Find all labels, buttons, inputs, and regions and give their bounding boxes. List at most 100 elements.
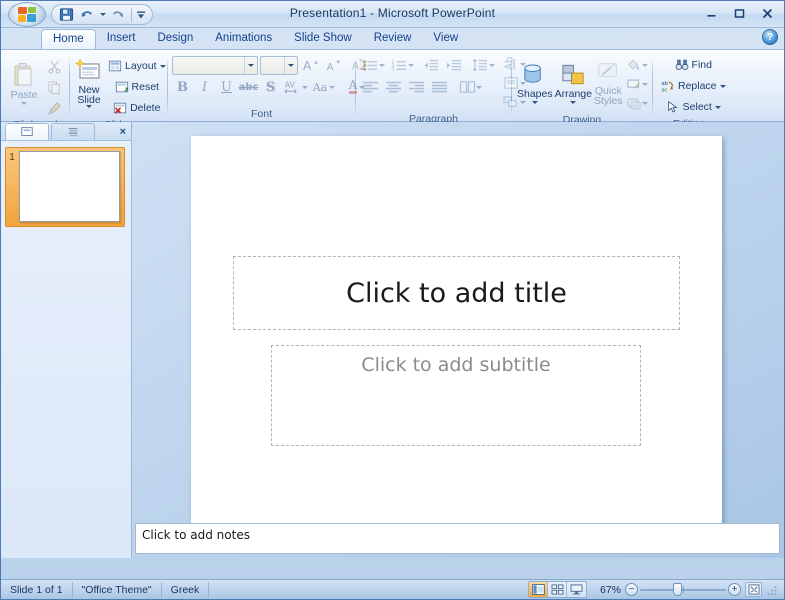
strikethrough-button[interactable]: abc <box>238 77 259 97</box>
font-size-dropdown-icon[interactable] <box>284 56 297 74</box>
slide-canvas[interactable]: Click to add title Click to add subtitle <box>191 136 722 535</box>
replace-dropdown-icon[interactable] <box>719 84 726 88</box>
tab-view[interactable]: View <box>422 29 469 49</box>
increase-indent-button[interactable] <box>444 55 465 75</box>
align-center-button[interactable] <box>383 77 404 97</box>
slide-number: 1 <box>9 152 15 163</box>
zoom-level[interactable]: 67% <box>591 584 621 596</box>
status-language[interactable]: Greek <box>162 581 210 598</box>
find-button[interactable]: Find <box>657 55 730 75</box>
slide-show-view-button[interactable] <box>567 582 586 597</box>
normal-view-button[interactable] <box>529 582 548 597</box>
select-dropdown-icon[interactable] <box>714 105 721 109</box>
paint-bucket-icon <box>628 59 640 70</box>
font-name-combo[interactable] <box>172 55 258 75</box>
line-spacing-button[interactable] <box>470 55 497 75</box>
help-icon[interactable]: ? <box>762 29 778 45</box>
maximize-button[interactable] <box>726 3 752 23</box>
text-shadow-button[interactable]: S <box>260 77 281 97</box>
ribbon-tab-strip: Home Insert Design Animations Slide Show… <box>1 28 784 49</box>
new-slide-dropdown-icon[interactable] <box>86 105 92 108</box>
shapes-button[interactable]: Shapes <box>516 54 554 112</box>
tab-design[interactable]: Design <box>146 29 204 49</box>
notes-pane[interactable]: Click to add notes <box>133 520 782 556</box>
svg-text:ac: ac <box>661 87 667 93</box>
bold-button[interactable]: B <box>172 77 193 97</box>
slide-sorter-view-button[interactable] <box>548 582 567 597</box>
status-right-group: 67% − + <box>528 581 784 598</box>
shape-outline-button[interactable] <box>624 75 651 94</box>
columns-button[interactable] <box>457 77 484 97</box>
tab-review[interactable]: Review <box>363 29 423 49</box>
shapes-dropdown-icon[interactable] <box>531 101 538 104</box>
select-label: Select <box>682 101 712 113</box>
slide-thumbnail-item[interactable]: 1 <box>5 147 125 227</box>
zoom-control: − + <box>625 583 741 596</box>
character-spacing-button[interactable]: AV <box>282 77 309 97</box>
bold-label: B <box>177 79 188 95</box>
grow-font-button[interactable]: A <box>300 55 321 75</box>
grow-font-icon: A <box>303 59 319 73</box>
fit-to-window-button[interactable] <box>745 582 762 597</box>
svg-text:AV: AV <box>285 80 296 89</box>
window-controls <box>698 3 780 23</box>
zoom-out-button[interactable]: − <box>625 583 638 596</box>
ribbon-group-clipboard: Paste <box>1 52 69 131</box>
tab-home[interactable]: Home <box>41 29 96 49</box>
font-name-dropdown-icon[interactable] <box>244 56 257 74</box>
tab-slide-show[interactable]: Slide Show <box>283 29 363 49</box>
tab-insert[interactable]: Insert <box>96 29 147 49</box>
shape-fill-button[interactable] <box>624 56 651 75</box>
select-button[interactable]: Select <box>657 97 730 117</box>
ribbon-group-font: A A A B I U abc S AV Aa A Font <box>168 52 366 121</box>
shape-effects-button[interactable] <box>624 94 651 113</box>
reset-button[interactable]: Reset <box>104 77 170 97</box>
minimize-button[interactable] <box>698 3 724 23</box>
cut-button[interactable] <box>43 56 65 76</box>
align-left-button[interactable] <box>360 77 381 97</box>
shape-outline-icon <box>627 79 641 89</box>
arrange-dropdown-icon[interactable] <box>570 101 577 104</box>
shrink-font-button[interactable]: A <box>323 55 344 75</box>
zoom-slider-thumb[interactable] <box>673 583 682 596</box>
format-painter-button[interactable] <box>43 98 65 118</box>
align-right-button[interactable] <box>406 77 427 97</box>
status-theme[interactable]: "Office Theme" <box>73 581 162 598</box>
paste-dropdown-icon[interactable] <box>21 102 27 105</box>
layout-button[interactable]: Layout <box>104 56 170 76</box>
delete-slide-button[interactable]: Delete <box>104 98 170 118</box>
arrange-button[interactable]: Arrange <box>554 54 593 112</box>
subtitle-placeholder[interactable]: Click to add subtitle <box>271 345 641 446</box>
bullets-button[interactable] <box>360 55 387 75</box>
status-slide-count[interactable]: Slide 1 of 1 <box>1 581 73 598</box>
copy-button[interactable] <box>43 77 65 97</box>
pane-tab-slides[interactable] <box>5 123 49 140</box>
change-case-button[interactable]: Aa <box>310 77 338 97</box>
underline-label: U <box>221 79 232 95</box>
tab-animations[interactable]: Animations <box>204 29 283 49</box>
title-placeholder[interactable]: Click to add title <box>233 256 680 330</box>
quick-styles-button[interactable]: Quick Styles <box>593 54 624 112</box>
pane-tab-outline[interactable] <box>51 123 95 140</box>
replace-label: Replace <box>678 80 717 92</box>
new-slide-button[interactable]: New Slide <box>74 54 104 112</box>
numbering-button[interactable]: 1 2 3 <box>389 55 416 75</box>
italic-button[interactable]: I <box>194 77 215 97</box>
svg-text:A: A <box>327 62 334 73</box>
slide-editor-area[interactable]: Click to add title Click to add subtitle <box>133 122 784 558</box>
notes-placeholder[interactable]: Click to add notes <box>135 523 780 554</box>
decrease-indent-button[interactable] <box>421 55 442 75</box>
layout-dropdown-icon[interactable] <box>159 64 166 68</box>
zoom-slider[interactable] <box>640 583 726 596</box>
zoom-in-button[interactable]: + <box>728 583 741 596</box>
resize-grip-icon[interactable] <box>766 584 778 596</box>
close-pane-button[interactable]: × <box>120 126 126 138</box>
paste-button[interactable]: Paste <box>5 54 43 112</box>
close-button[interactable] <box>754 3 780 23</box>
underline-button[interactable]: U <box>216 77 237 97</box>
font-size-combo[interactable] <box>260 55 298 75</box>
replace-button[interactable]: ab ac Replace <box>657 76 730 96</box>
replace-icon: ab ac <box>661 81 673 93</box>
find-label: Find <box>691 59 712 71</box>
justify-button[interactable] <box>429 77 450 97</box>
